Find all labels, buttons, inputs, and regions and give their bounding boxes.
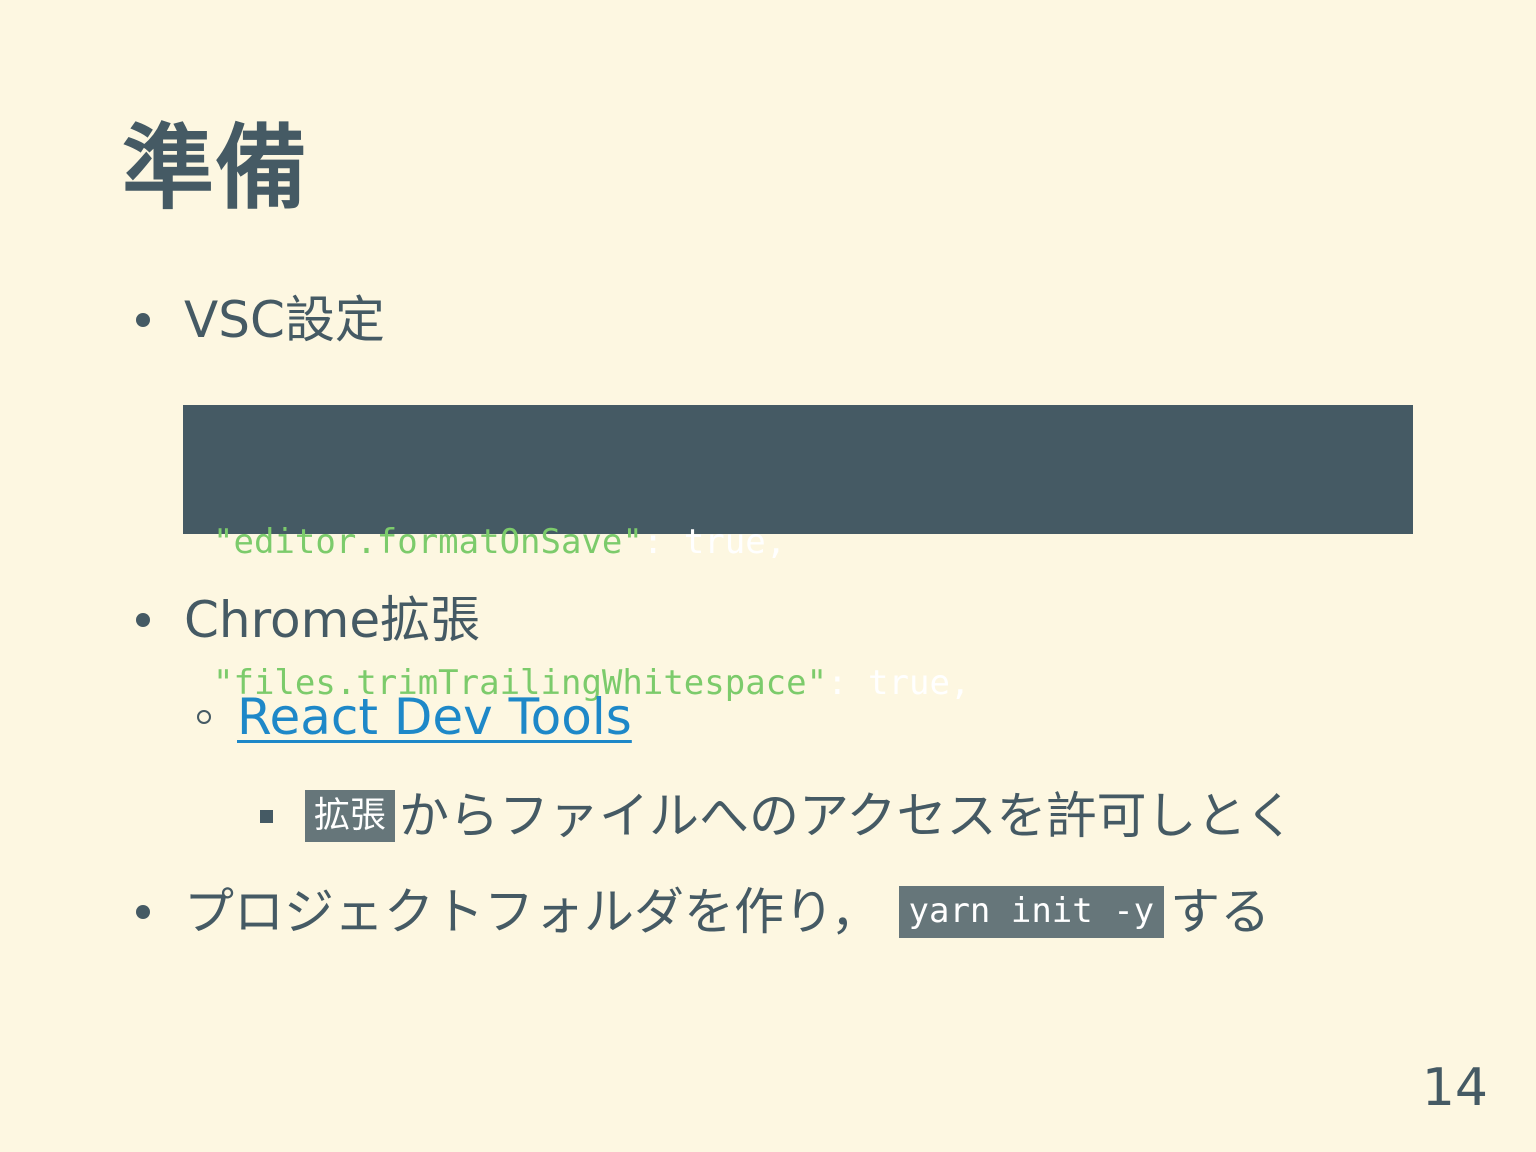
code-value: : true,: [642, 522, 787, 562]
code-line: "editor.formatOnSave": true,: [213, 519, 1383, 566]
page-title: 準備: [122, 115, 309, 222]
bullet-text: する: [1170, 883, 1271, 941]
code-value: : true,: [827, 663, 971, 703]
bullet-vsc-settings: VSC設定: [136, 290, 385, 350]
react-dev-tools-link[interactable]: React Dev Tools: [237, 687, 632, 747]
sub-bullet-react-dev-tools: React Dev Tools: [197, 687, 632, 747]
slide: 準備 VSC設定 "editor.formatOnSave": true, "f…: [0, 0, 1536, 1152]
bullet-text: Chrome拡張: [184, 591, 481, 649]
circle-bullet-icon: [197, 710, 211, 724]
sub-sub-bullet-file-access: 拡張 からファイルへのアクセスを許可しとく: [260, 786, 1295, 846]
inline-code-extension: 拡張: [305, 790, 396, 842]
bullet-text: VSC設定: [184, 291, 385, 349]
bullet-icon: [136, 313, 150, 327]
bullet-icon: [136, 613, 150, 627]
bullet-text: からファイルへのアクセスを許可しとく: [399, 787, 1296, 845]
bullet-chrome-extension: Chrome拡張: [136, 590, 480, 650]
code-string: "editor.formatOnSave": [213, 522, 643, 562]
code-block: "editor.formatOnSave": true, "files.trim…: [183, 405, 1413, 703]
bullet-text: プロジェクトフォルダを作り，: [184, 883, 881, 941]
bullet-project-folder: プロジェクトフォルダを作り， yarn init -y する: [136, 882, 1270, 942]
square-bullet-icon: [260, 809, 273, 823]
page-number: 14: [1421, 1058, 1488, 1118]
bullet-icon: [136, 905, 150, 919]
inline-code-yarn-init: yarn init -y: [898, 886, 1165, 938]
